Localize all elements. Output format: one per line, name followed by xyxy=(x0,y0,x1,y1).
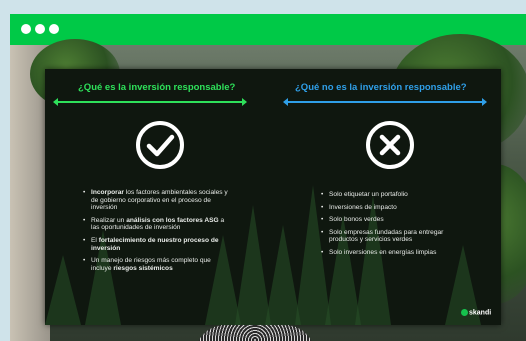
presenter-silhouette xyxy=(195,325,315,341)
right-arrow-line xyxy=(283,98,487,106)
presentation-slide: ¿Qué es la inversión responsable? ¿Qué n… xyxy=(45,69,501,325)
list-item: Realizar un análisis con los factores AS… xyxy=(83,217,233,232)
left-bullet-list: Incorporar los factores ambientales soci… xyxy=(83,189,233,277)
brand-logo: skandi xyxy=(461,309,501,325)
left-heading: ¿Qué es la inversión responsable? xyxy=(78,82,236,93)
list-item: Solo inversiones en energías limpias xyxy=(321,249,471,257)
bold-text: análisis con los factores ASG xyxy=(126,216,219,224)
window-control-dot[interactable] xyxy=(21,24,31,34)
check-circle-icon xyxy=(136,121,184,169)
x-circle-icon xyxy=(366,121,414,169)
list-item: Solo empresas fundadas para entregar pro… xyxy=(321,229,471,244)
list-item: Incorporar los factores ambientales soci… xyxy=(83,189,233,212)
right-bullet-list: Solo etiquetar un portafolio Inversiones… xyxy=(321,191,471,262)
window-control-dot[interactable] xyxy=(49,24,59,34)
list-item: Solo etiquetar un portafolio xyxy=(321,191,471,199)
right-heading: ¿Qué no es la inversión responsable? xyxy=(295,82,467,93)
left-arrow-line xyxy=(53,98,247,106)
text: Realizar un xyxy=(91,216,127,224)
brand-logo-icon xyxy=(461,309,468,316)
list-item: Un manejo de riesgos más completo que in… xyxy=(83,257,233,272)
list-item: El fortalecimiento de nuestro proceso de… xyxy=(83,237,233,252)
window-control-dot[interactable] xyxy=(35,24,45,34)
bold-text: Incorporar xyxy=(91,189,124,196)
brand-logo-text: skandi xyxy=(469,309,492,317)
bold-text: riesgos sistémicos xyxy=(113,264,173,272)
video-window: ¿Qué es la inversión responsable? ¿Qué n… xyxy=(10,14,526,341)
list-item: Inversiones de impacto xyxy=(321,204,471,212)
forest-tree xyxy=(45,255,81,325)
list-item: Solo bonos verdes xyxy=(321,216,471,224)
bold-text: fortalecimiento de nuestro proceso de in… xyxy=(91,236,219,252)
text: El xyxy=(91,236,99,244)
